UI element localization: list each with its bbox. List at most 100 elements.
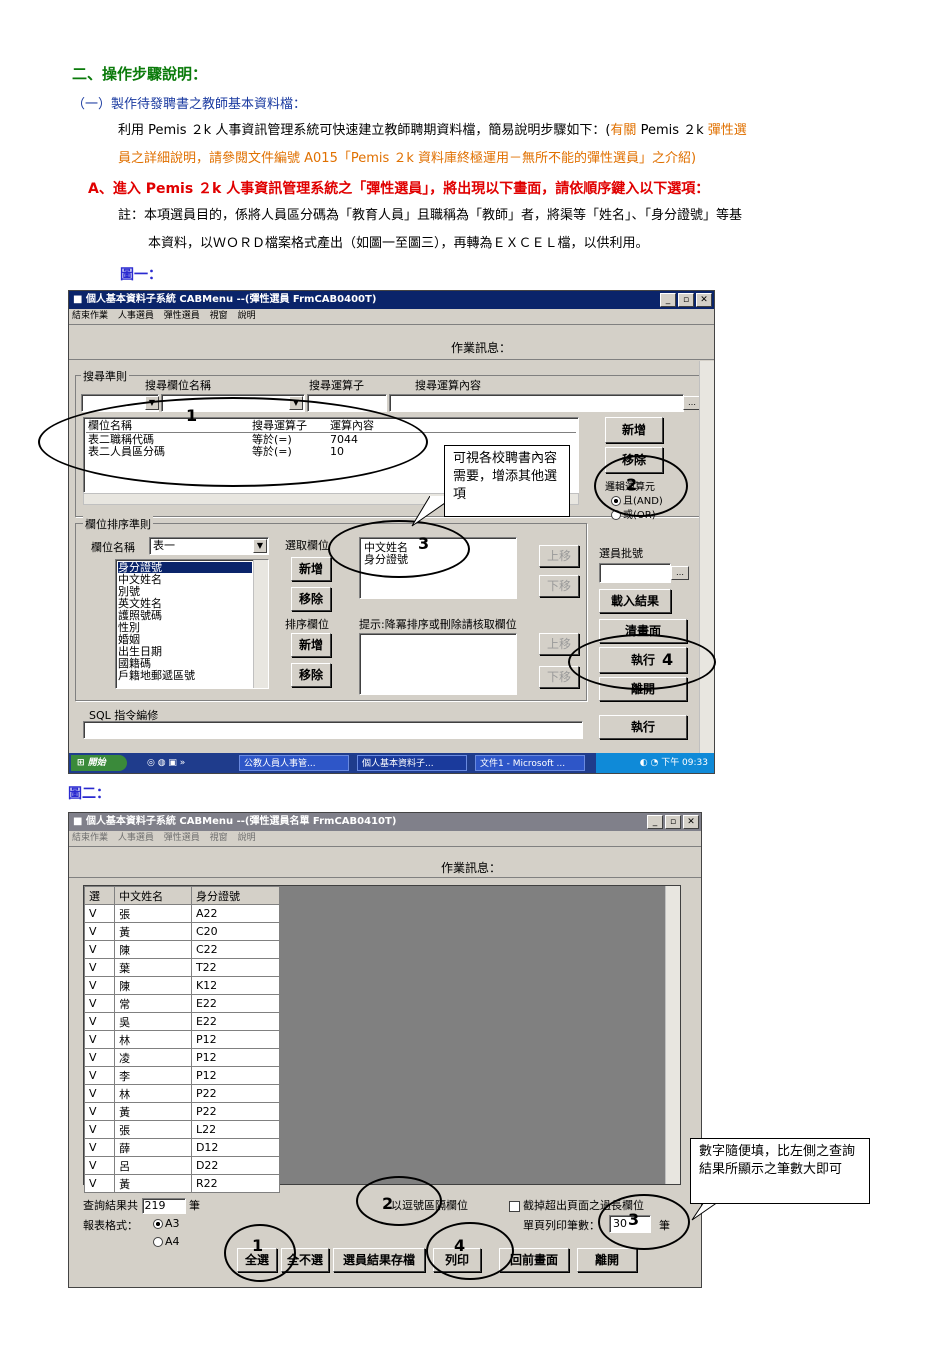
field-list-item[interactable]: 中文姓名 [118,574,162,585]
chevron-down-icon[interactable]: ▼ [253,539,267,553]
window-vscrollbar[interactable] [699,361,714,753]
load-result-button[interactable]: 載入結果 [599,589,671,613]
result-table[interactable]: 選 中文姓名 身分證號 V 張 A22 V 黃 C20 V 陳 C22 V 葉 T22 V 陳 K12 V 常 E… [83,886,281,1193]
row-id-cell[interactable]: T22 [190,958,281,977]
sort-field-list[interactable] [359,633,517,695]
row-name-cell[interactable]: 張 [114,1120,192,1139]
row-name-cell[interactable]: 常 [114,994,192,1013]
add-criteria-button[interactable]: 新增 [605,417,663,443]
table-row[interactable]: V 林 P22 [83,1084,281,1103]
row-name-cell[interactable]: 陳 [114,976,192,995]
table-row[interactable]: V 黃 C20 [83,922,281,941]
maximize-icon[interactable]: ▫ [665,815,681,829]
menu-window[interactable]: 視窗 [210,311,228,321]
row-id-cell[interactable]: D12 [190,1138,281,1157]
col-id-header[interactable]: 身分證號 [190,886,281,905]
row-id-cell[interactable]: P22 [190,1102,281,1121]
row-id-cell[interactable]: E22 [190,1012,281,1031]
col-name-header[interactable]: 中文姓名 [114,886,192,905]
row-name-cell[interactable]: 黃 [114,1174,192,1193]
row-select-cell[interactable]: V [83,1138,116,1157]
row-select-cell[interactable]: V [83,1174,116,1193]
menu-flexible-select[interactable]: 彈性選員 [164,833,200,843]
row-select-cell[interactable]: V [83,904,116,923]
remove-pick-button[interactable]: 移除 [291,587,331,611]
close-icon[interactable]: ✕ [683,815,699,829]
add-pick-button[interactable]: 新增 [291,557,331,581]
row-id-cell[interactable]: A22 [190,904,281,923]
start-button[interactable]: ⊞ 開始 [71,755,127,771]
field-list-item[interactable]: 護照號碼 [118,610,162,621]
sql-input[interactable] [83,721,583,739]
menu-personnel-select[interactable]: 人事選員 [118,833,154,843]
row-select-cell[interactable]: V [83,1120,116,1139]
field-list-item[interactable]: 英文姓名 [118,598,162,609]
save-selection-button[interactable]: 選員結果存檔 [333,1248,425,1272]
row-select-cell[interactable]: V [83,1012,116,1031]
menu-window[interactable]: 視窗 [210,833,228,843]
row-id-cell[interactable]: R22 [190,1174,281,1193]
row-name-cell[interactable]: 林 [114,1084,192,1103]
menu-exit[interactable]: 結束作業 [72,311,108,321]
row-id-cell[interactable]: L22 [190,1120,281,1139]
table-row[interactable]: V 葉 T22 [83,958,281,977]
field-list-item[interactable]: 出生日期 [118,646,162,657]
tray-icons[interactable]: ◐ ◔ [640,758,661,768]
table-row[interactable]: V 呂 D22 [83,1156,281,1175]
field-list-item[interactable]: 別號 [118,586,140,597]
table-row[interactable]: V 常 E22 [83,994,281,1013]
format-a4-radio[interactable]: A4 [153,1235,180,1248]
row-id-cell[interactable]: P12 [190,1048,281,1067]
table-row[interactable]: V 黃 P22 [83,1102,281,1121]
table-row[interactable]: V 黃 R22 [83,1174,281,1193]
row-name-cell[interactable]: 陳 [114,940,192,959]
row-name-cell[interactable]: 吳 [114,1012,192,1031]
table-row[interactable]: V 薛 D12 [83,1138,281,1157]
row-select-cell[interactable]: V [83,1030,116,1049]
col-select-header[interactable]: 選 [83,886,116,905]
menu-help[interactable]: 說明 [238,833,256,843]
row-id-cell[interactable]: P22 [190,1084,281,1103]
field-list-item[interactable]: 戶籍地郵遞區號 [118,670,195,681]
row-select-cell[interactable]: V [83,994,116,1013]
taskbar-item[interactable]: 公教人員人事管... [239,755,349,771]
search-content-input[interactable] [389,394,684,412]
table-row[interactable]: V 吳 E22 [83,1012,281,1031]
maximize-icon[interactable]: ▫ [678,293,694,307]
row-name-cell[interactable]: 李 [114,1066,192,1085]
row-select-cell[interactable]: V [83,958,116,977]
row-name-cell[interactable]: 黃 [114,922,192,941]
row-select-cell[interactable]: V [83,922,116,941]
row-select-cell[interactable]: V [83,1048,116,1067]
format-a3-radio[interactable]: A3 [153,1217,180,1230]
field-list-item[interactable]: 性別 [118,622,140,633]
table-row[interactable]: V 陳 C22 [83,940,281,959]
table-row[interactable]: V 凌 P12 [83,1048,281,1067]
row-select-cell[interactable]: V [83,1156,116,1175]
field-list-scrollbar[interactable] [253,560,268,688]
table-row[interactable]: V 張 L22 [83,1120,281,1139]
field-list-item[interactable]: 身分證號 [118,562,252,573]
row-select-cell[interactable]: V [83,1102,116,1121]
row-id-cell[interactable]: P12 [190,1066,281,1085]
result-grid[interactable]: 選 中文姓名 身分證號 V 張 A22 V 黃 C20 V 陳 C22 V 葉 T22 V 陳 K12 V 常 E… [83,885,681,1193]
menu-exit[interactable]: 結束作業 [72,833,108,843]
row-id-cell[interactable]: K12 [190,976,281,995]
leave-button[interactable]: 離開 [577,1248,637,1272]
field-list-item[interactable]: 國籍碼 [118,658,151,669]
row-id-cell[interactable]: E22 [190,994,281,1013]
row-select-cell[interactable]: V [83,1066,116,1085]
row-name-cell[interactable]: 凌 [114,1048,192,1067]
row-id-cell[interactable]: C22 [190,940,281,959]
execute-sql-button[interactable]: 執行 [599,715,687,739]
row-id-cell[interactable]: C20 [190,922,281,941]
table-select[interactable]: 表一 [149,537,269,555]
row-id-cell[interactable]: P12 [190,1030,281,1049]
grid-vscrollbar[interactable] [665,886,680,1184]
batch-number-input[interactable] [599,563,671,583]
move-up-button[interactable]: 上移 [539,545,579,567]
row-name-cell[interactable]: 呂 [114,1156,192,1175]
field-list-item[interactable]: 婚姻 [118,634,140,645]
row-id-cell[interactable]: D22 [190,1156,281,1175]
menu-help[interactable]: 說明 [238,311,256,321]
